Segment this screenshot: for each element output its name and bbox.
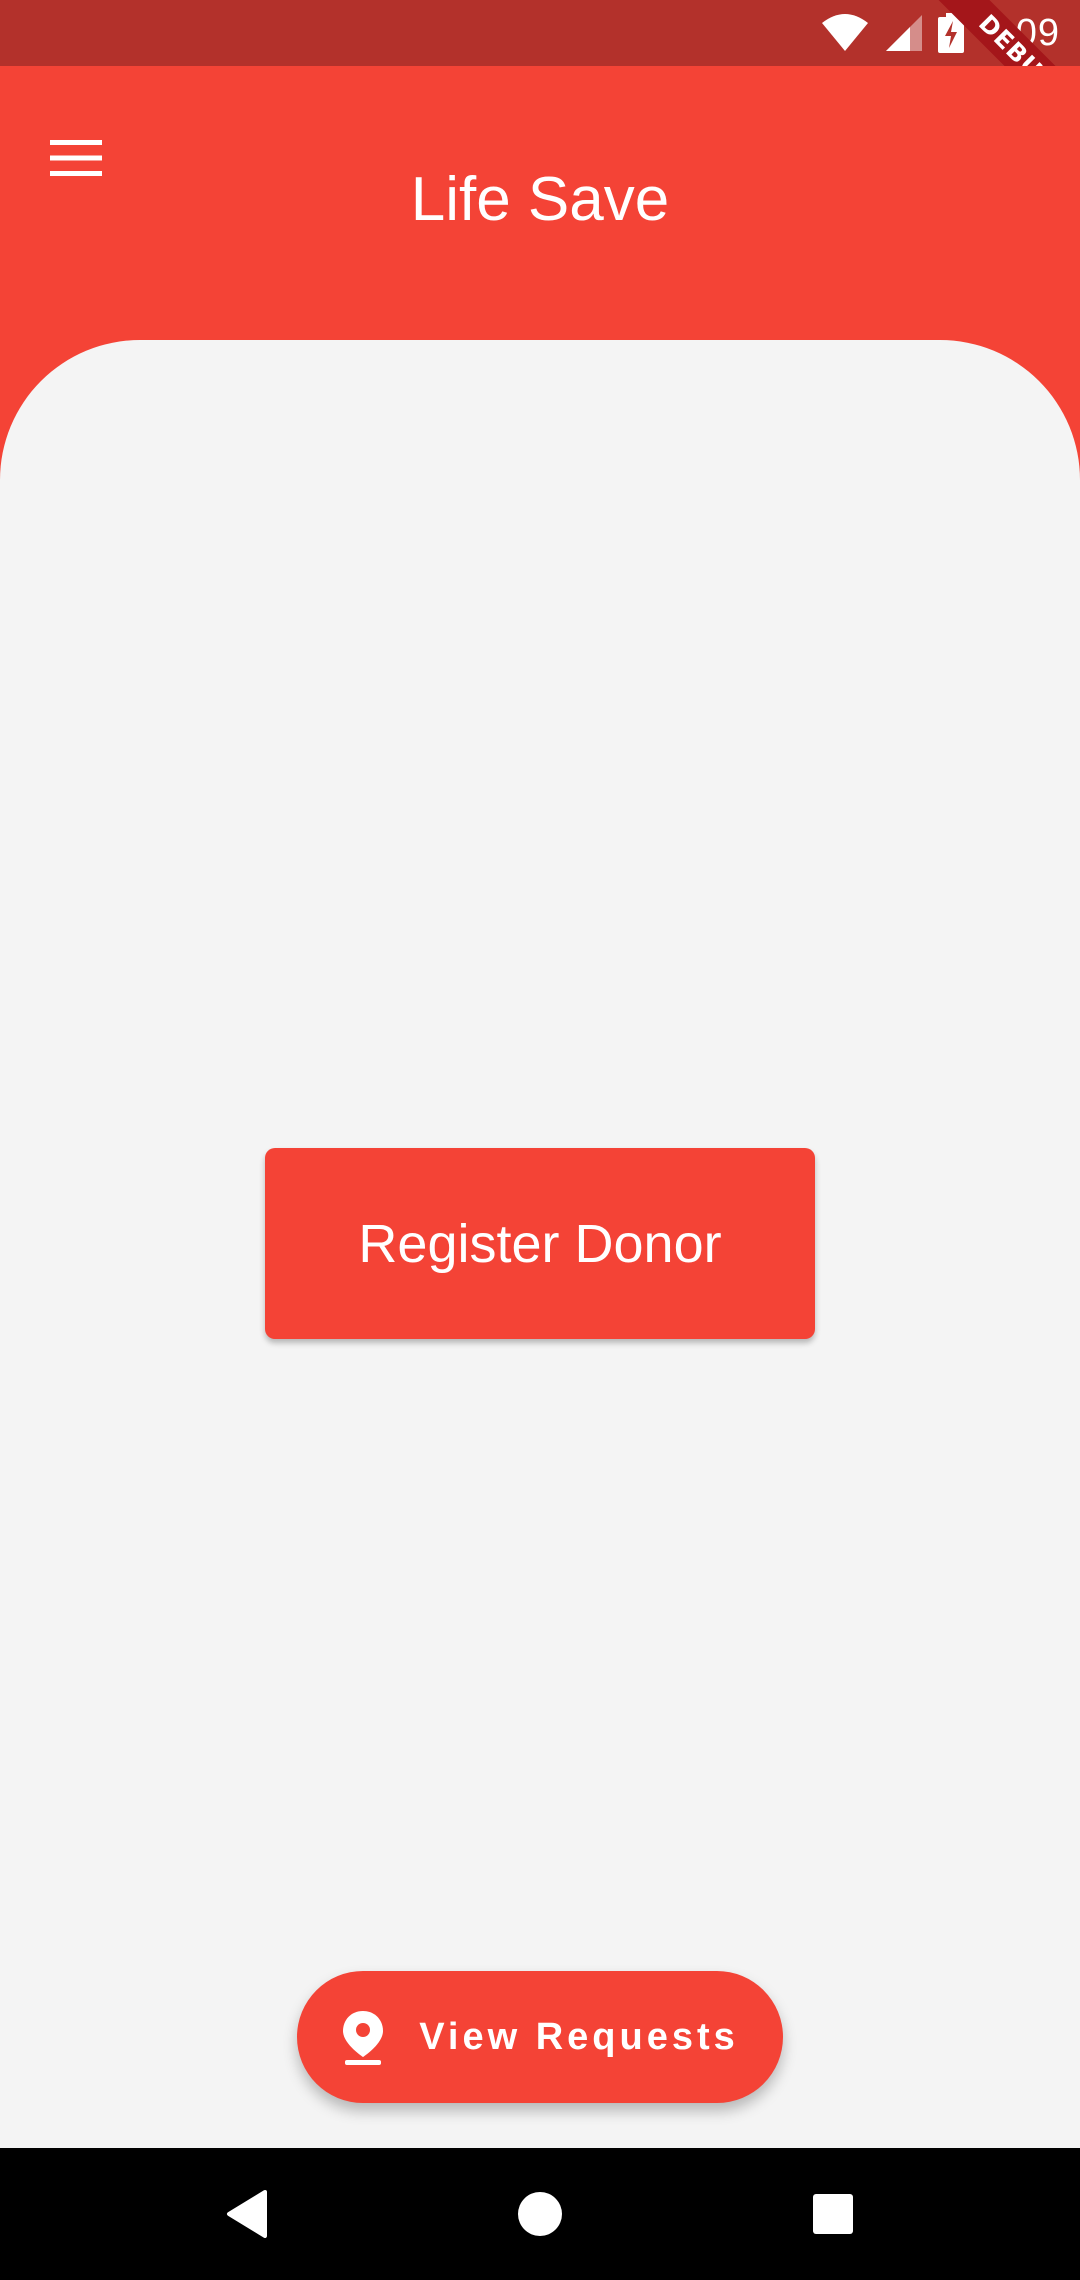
status-icons: 6:09 (820, 0, 1080, 66)
page-title: Life Save (410, 165, 670, 234)
view-requests-button[interactable]: View Requests (297, 1971, 783, 2103)
battery-charging-icon (938, 13, 965, 53)
view-requests-label: View Requests (419, 2015, 739, 2058)
register-donor-button[interactable]: Register Donor (265, 1148, 815, 1339)
location-pin-icon (343, 2011, 384, 2065)
signal-icon (886, 15, 923, 51)
system-nav-bar (0, 2148, 1080, 2280)
home-icon (517, 2192, 562, 2236)
nav-home-button[interactable] (495, 2169, 585, 2259)
recents-icon (813, 2194, 854, 2234)
status-time: 6:09 (982, 11, 1060, 54)
nav-back-button[interactable] (202, 2169, 292, 2259)
back-icon (226, 2190, 267, 2238)
status-bar: 6:09 (0, 0, 1080, 66)
nav-recents-button[interactable] (788, 2169, 878, 2259)
wifi-icon (822, 14, 869, 51)
